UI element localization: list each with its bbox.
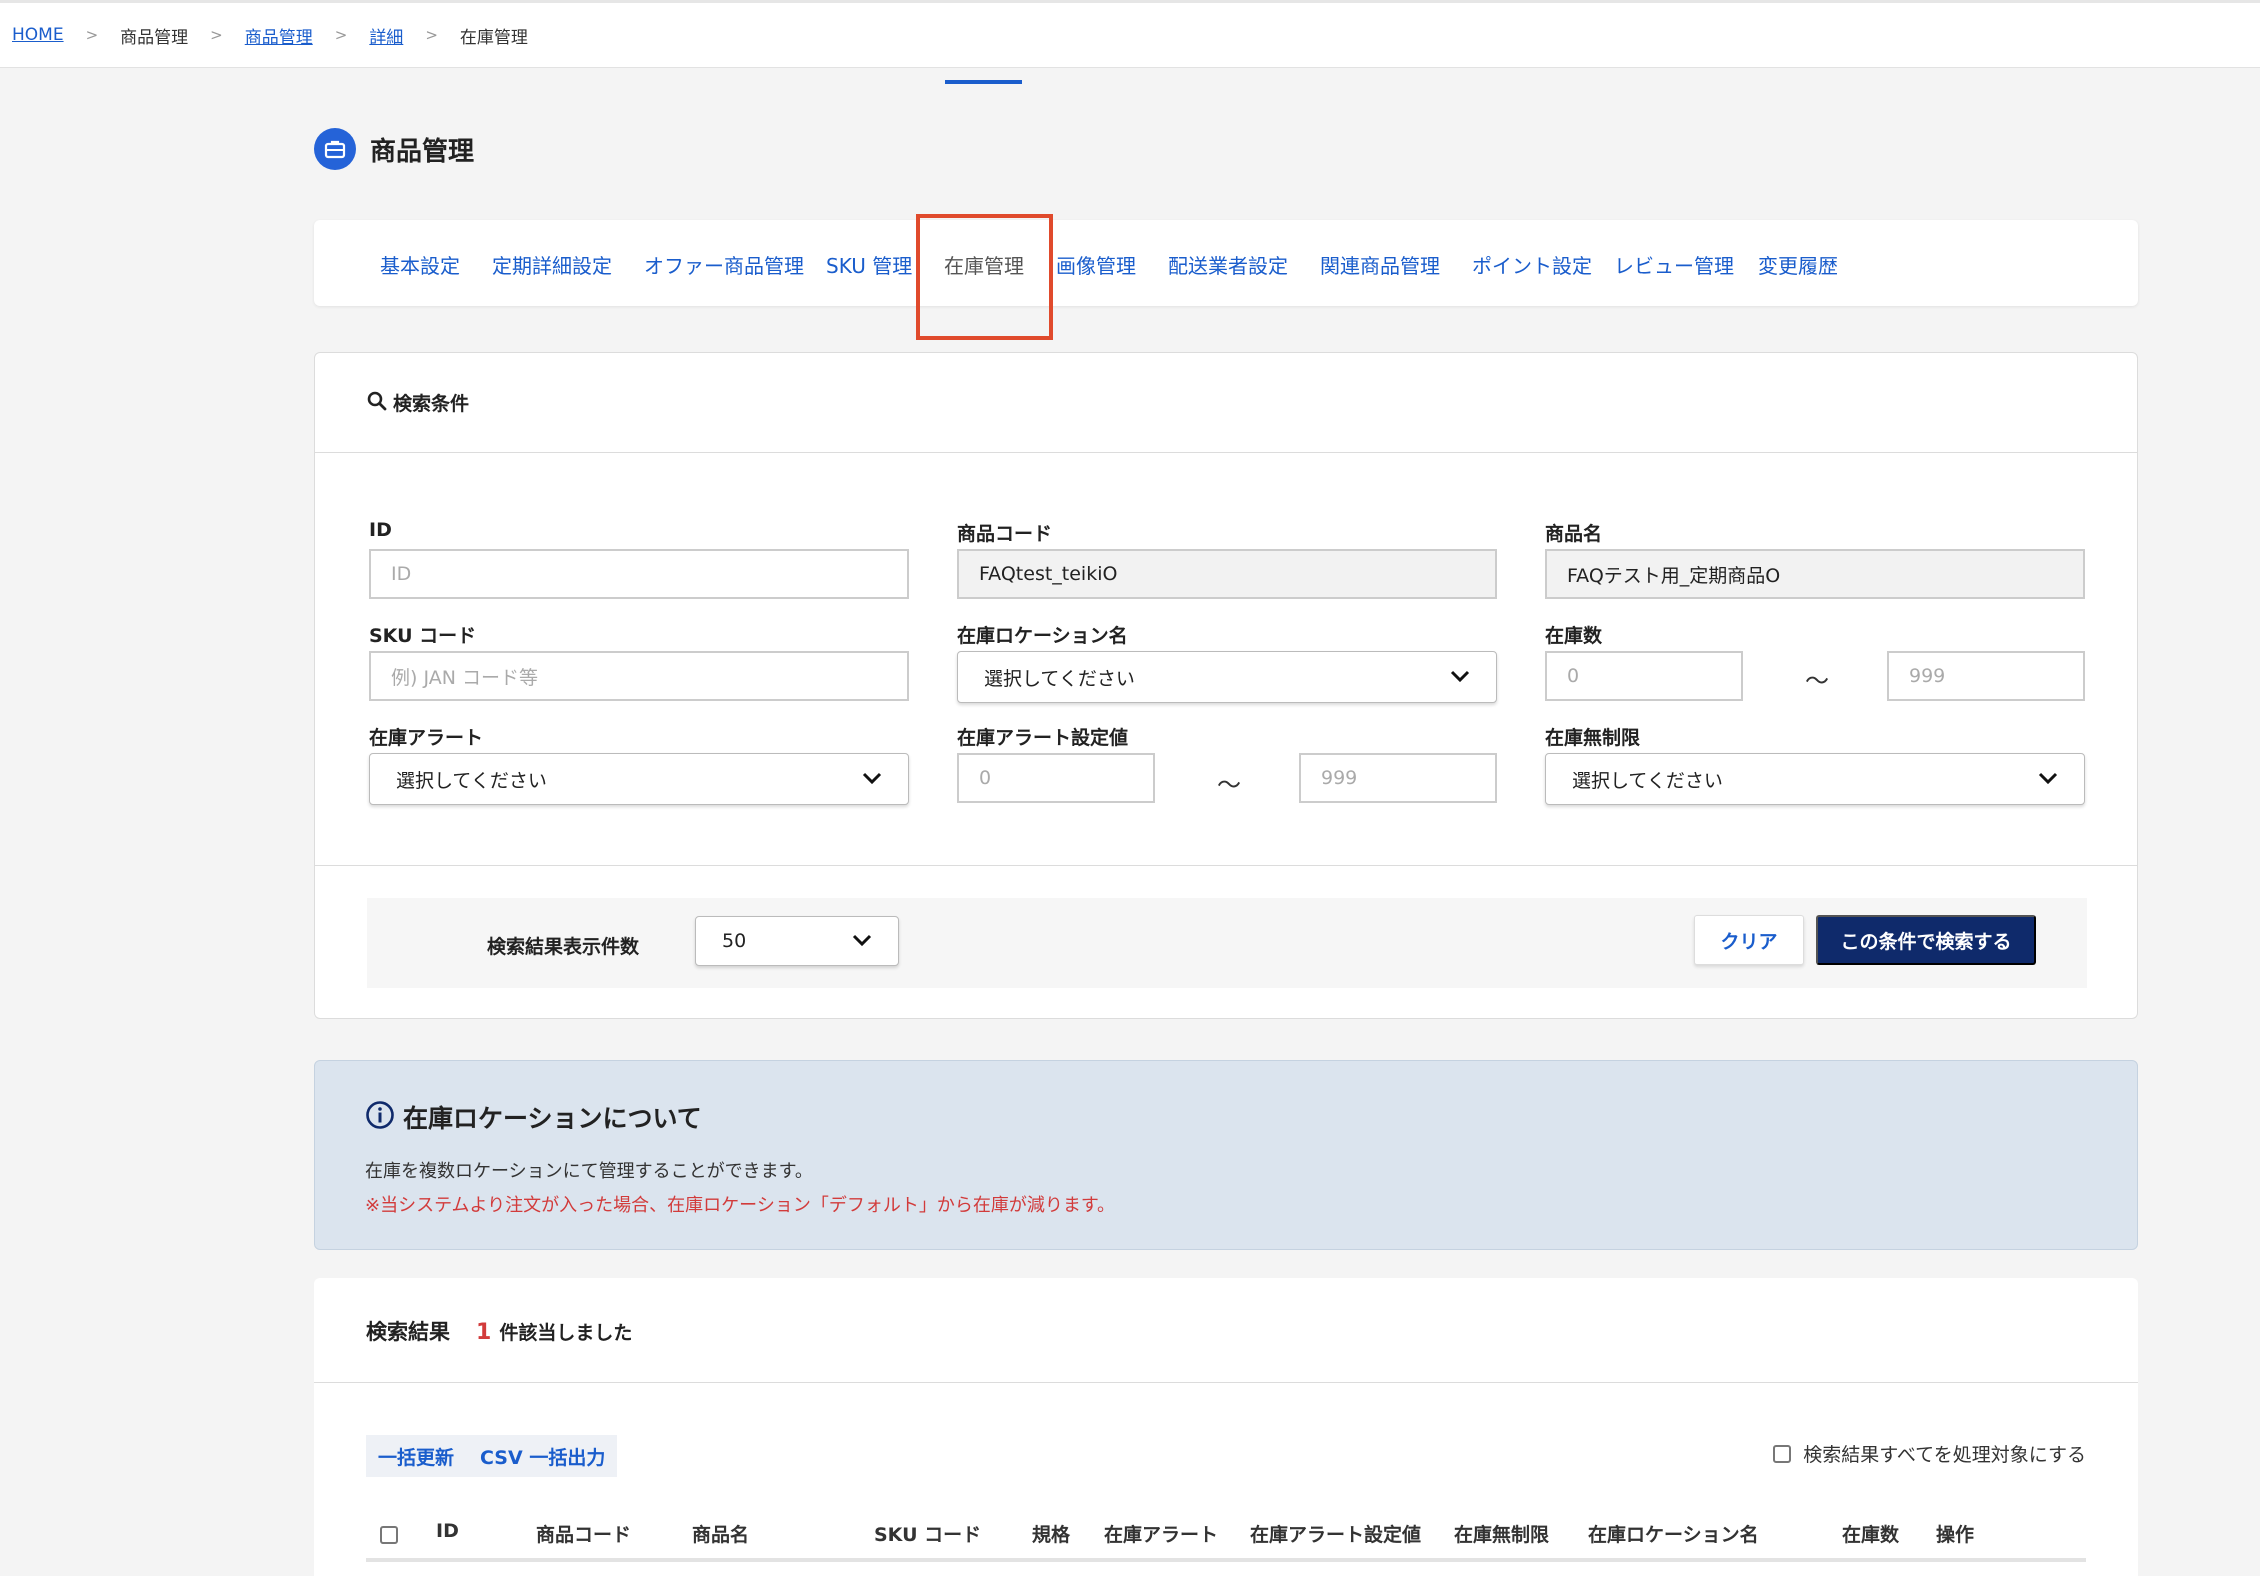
tab-image-management[interactable]: 画像管理 (1056, 250, 1136, 279)
per-page-select-value: 50 (722, 930, 747, 952)
column-stock-count: 在庫数 (1842, 1524, 1900, 1546)
results-panel: 検索結果 1 件該当しました 一括更新 CSV 一括出力 検索結果すべてを処理対… (314, 1278, 2138, 1576)
select-all-label: 検索結果すべてを処理対象にする (1803, 1444, 2086, 1466)
page-title: 商品管理 (370, 136, 475, 167)
product-code-input[interactable]: FAQtest_teikiO (957, 549, 1497, 599)
tab-offer-products[interactable]: オファー商品管理 (644, 250, 804, 279)
tab-change-history[interactable]: 変更履歴 (1758, 250, 1838, 279)
product-code-label: 商品コード (957, 523, 1053, 545)
info-warning: ※当システムより注文が入った場合、在庫ロケーション「デフォルト」から在庫が減りま… (365, 1195, 1116, 1216)
tab-related-products[interactable]: 関連商品管理 (1320, 250, 1440, 279)
info-panel-header: 在庫ロケーションについて (365, 1099, 702, 1135)
stock-max-input[interactable]: 999 (1887, 651, 2085, 701)
results-count: 1 (476, 1320, 492, 1345)
per-page-label: 検索結果表示件数 (487, 936, 640, 958)
column-unlimited-stock: 在庫無制限 (1454, 1524, 1550, 1546)
location-select[interactable]: 選択してください (957, 651, 1497, 703)
results-title: 検索結果 (366, 1320, 450, 1344)
select-all-results[interactable]: 検索結果すべてを処理対象にする (1773, 1440, 2086, 1467)
results-count-suffix: 件該当しました (499, 1322, 633, 1344)
column-id: ID (436, 1520, 459, 1542)
stock-min-input[interactable]: 0 (1545, 651, 1743, 701)
tab-bar: 基本設定 定期詳細設定 オファー商品管理 SKU 管理 在庫管理 画像管理 配送… (314, 220, 2138, 306)
breadcrumb-separator: > (85, 26, 99, 44)
column-spec: 規格 (1032, 1524, 1071, 1546)
clear-button[interactable]: クリア (1694, 915, 1804, 965)
breadcrumb-home-link[interactable]: HOME (12, 25, 64, 45)
tab-basic-settings[interactable]: 基本設定 (380, 250, 460, 279)
breadcrumb-product-management-link[interactable]: 商品管理 (245, 23, 313, 48)
alert-max-input[interactable]: 999 (1299, 753, 1497, 803)
active-tab-indicator (945, 80, 1022, 84)
stock-alert-select-value: 選択してください (396, 769, 547, 792)
range-tilde: 〜 (1217, 771, 1241, 799)
search-panel-header: 検索条件 (315, 353, 2137, 453)
info-icon (365, 1100, 395, 1134)
page-header: 商品管理 (314, 128, 474, 170)
select-all-checkbox[interactable] (1773, 1444, 1792, 1463)
column-actions: 操作 (1936, 1524, 1975, 1546)
breadcrumb-product-management: 商品管理 (120, 27, 189, 48)
breadcrumb-detail-link[interactable]: 詳細 (369, 23, 403, 48)
chevron-down-icon (862, 768, 882, 790)
id-label: ID (369, 519, 392, 541)
results-header: 検索結果 1 件該当しました (366, 1316, 632, 1346)
chevron-down-icon (1450, 666, 1470, 688)
sku-code-input[interactable]: 例) JAN コード等 (369, 651, 909, 701)
header-checkbox[interactable] (380, 1526, 398, 1544)
product-name-input[interactable]: FAQテスト用_定期商品O (1545, 549, 2085, 599)
alert-setting-label: 在庫アラート設定値 (957, 727, 1129, 749)
table-header: ID 商品コード 商品名 SKU コード 規格 在庫アラート 在庫アラート設定値… (366, 1514, 2086, 1562)
info-description: 在庫を複数ロケーションにて管理することができます。 (365, 1161, 813, 1182)
stock-alert-label: 在庫アラート (369, 727, 484, 749)
divider (314, 1382, 2138, 1383)
column-sku-code: SKU コード (874, 1524, 982, 1546)
breadcrumb-current: 在庫管理 (459, 27, 528, 48)
bulk-actions: 一括更新 CSV 一括出力 (366, 1435, 618, 1477)
tab-carrier-settings[interactable]: 配送業者設定 (1168, 250, 1288, 279)
location-select-value: 選択してください (984, 667, 1135, 690)
info-panel-title: 在庫ロケーションについて (403, 1104, 702, 1133)
unlimited-stock-label: 在庫無制限 (1545, 727, 1641, 749)
csv-export-button[interactable]: CSV 一括出力 (480, 1443, 605, 1470)
column-location-name: 在庫ロケーション名 (1588, 1524, 1759, 1546)
column-product-code: 商品コード (536, 1524, 632, 1546)
breadcrumb-separator: > (210, 26, 223, 44)
divider (315, 865, 2137, 866)
breadcrumb: HOME > 商品管理 > 商品管理 > 詳細 > 在庫管理 (0, 0, 2260, 68)
search-icon (367, 391, 387, 415)
alert-min-input[interactable]: 0 (957, 753, 1155, 803)
column-product-name: 商品名 (692, 1524, 750, 1546)
breadcrumb-separator: > (425, 26, 438, 44)
product-name-label: 商品名 (1545, 523, 1603, 545)
stock-count-label: 在庫数 (1545, 625, 1603, 647)
tab-sku-management[interactable]: SKU 管理 (826, 250, 912, 279)
column-alert-setting: 在庫アラート設定値 (1250, 1524, 1422, 1546)
chevron-down-icon (852, 930, 872, 952)
tab-subscription-settings[interactable]: 定期詳細設定 (492, 250, 612, 279)
briefcase-icon (314, 128, 356, 170)
tab-point-settings[interactable]: ポイント設定 (1472, 250, 1592, 279)
info-panel: 在庫ロケーションについて 在庫を複数ロケーションにて管理することができます。 ※… (314, 1060, 2138, 1250)
bulk-update-button[interactable]: 一括更新 (378, 1443, 454, 1470)
unlimited-stock-select-value: 選択してください (1572, 769, 1723, 792)
sku-code-label: SKU コード (369, 625, 477, 647)
tab-inventory-management[interactable]: 在庫管理 (944, 250, 1024, 279)
location-label: 在庫ロケーション名 (957, 625, 1128, 647)
column-stock-alert: 在庫アラート (1104, 1524, 1219, 1546)
breadcrumb-separator: > (334, 26, 348, 44)
range-tilde: 〜 (1805, 667, 1829, 695)
id-input[interactable]: ID (369, 549, 909, 599)
unlimited-stock-select[interactable]: 選択してください (1545, 753, 2085, 805)
stock-alert-select[interactable]: 選択してください (369, 753, 909, 805)
search-submit-button[interactable]: この条件で検索する (1816, 915, 2036, 965)
tab-review-management[interactable]: レビュー管理 (1614, 250, 1734, 279)
chevron-down-icon (2038, 768, 2058, 790)
search-panel-title: 検索条件 (393, 393, 470, 415)
per-page-select[interactable]: 50 (695, 916, 899, 966)
